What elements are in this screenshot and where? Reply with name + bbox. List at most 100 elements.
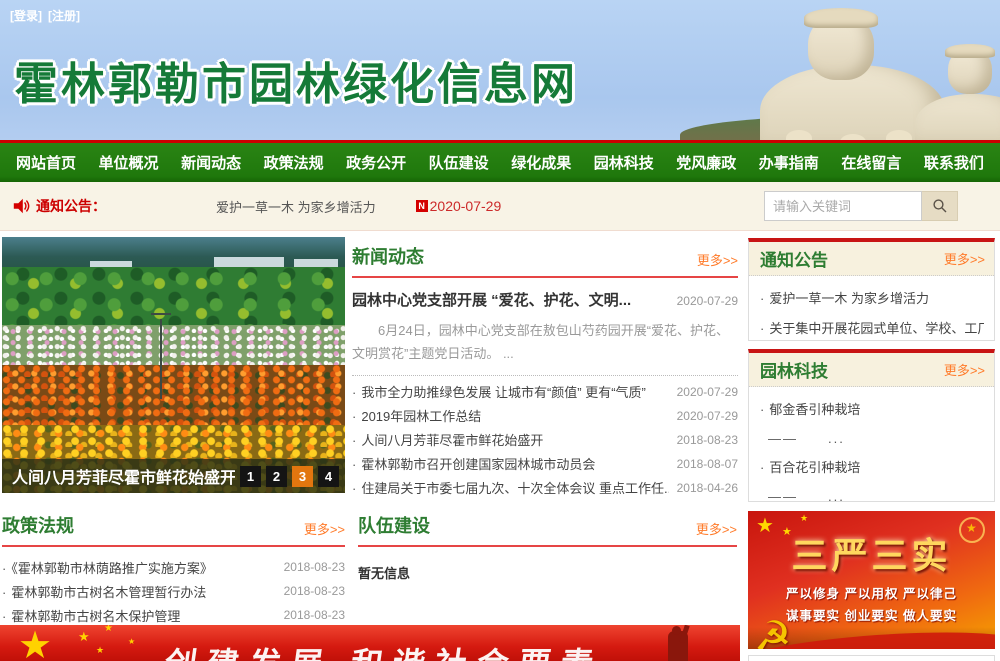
sanyan-title: 三严三实	[748, 527, 995, 579]
login-link[interactable]: [登录]	[10, 9, 42, 23]
sprinkler	[160, 319, 162, 399]
team-more-link[interactable]: 更多>>	[696, 519, 737, 538]
nav-item-guide[interactable]: 办事指南	[755, 152, 823, 173]
garden-tech-box: 园林科技 更多>> 郁金香引种栽培 —— ... 百合花引种栽培 —— ...	[748, 349, 995, 502]
news-section-title: 新闻动态	[352, 243, 424, 269]
garden-tech-item[interactable]: 百合花引种栽培	[760, 453, 984, 483]
garden-tech-item[interactable]: 郁金香引种栽培	[760, 395, 984, 425]
featured-news-title[interactable]: 园林中心党支部开展 “爱花、护花、文明...	[352, 289, 631, 310]
carousel-orange-flowers	[2, 365, 345, 425]
announcement-item[interactable]: 关于集中开展花园式单位、学校、工厂...	[760, 314, 984, 344]
nav-item-contact[interactable]: 联系我们	[920, 152, 988, 173]
team-empty-text: 暂无信息	[358, 563, 737, 582]
notice-date: 2020-07-29	[430, 198, 502, 214]
news-list-item[interactable]: 住建局关于市委七届九次、十次全体会议 重点工作任... 2018-04-26	[352, 476, 738, 500]
magnifier-icon	[932, 198, 948, 214]
nav-item-gov-open[interactable]: 政务公开	[342, 152, 410, 173]
statue-large-hat	[804, 8, 878, 28]
news-item-title[interactable]: 2019年园林工作总结	[352, 406, 481, 425]
pager-button-4[interactable]: 4	[318, 466, 339, 487]
photo-carousel[interactable]: 人间八月芳菲尽霍市鲜花始盛开 1 2 3 4	[2, 237, 345, 493]
policy-list-item[interactable]: 霍林郭勒市古树名木管理暂行办法 2018-08-23	[2, 579, 345, 603]
policy-item-date: 2018-08-23	[284, 584, 345, 598]
announcements-title: 通知公告	[760, 246, 828, 271]
nav-item-party[interactable]: 党风廉政	[672, 152, 740, 173]
nav-item-greening[interactable]: 绿化成果	[507, 152, 575, 173]
page-root: [登录][注册] 霍林郭勒市园林绿化信息网 网站首页 单位概况 新闻动态 政策法…	[0, 0, 1000, 661]
auth-links: [登录] [注册]	[10, 7, 86, 24]
garden-tech-item-sub: —— ...	[760, 483, 984, 512]
announcement-item[interactable]: 爱护一草一木 为家乡增活力	[760, 284, 984, 314]
policy-item-title[interactable]: 霍林郭勒市古树名木保护管理	[2, 606, 180, 625]
carousel-caption-bar: 人间八月芳菲尽霍市鲜花始盛开 1 2 3 4	[2, 459, 345, 493]
statues-photo	[690, 0, 1000, 140]
statue-small-hat	[945, 44, 995, 58]
news-item-date: 2018-04-26	[677, 481, 738, 495]
carousel-pink-flowers	[2, 325, 345, 365]
nav-item-home[interactable]: 网站首页	[12, 152, 80, 173]
garden-tech-more-link[interactable]: 更多>>	[944, 360, 985, 379]
policy-item-title[interactable]: 《霍林郭勒市林荫路推广实施方案》	[2, 558, 213, 577]
pager-button-1[interactable]: 1	[240, 466, 261, 487]
party-emblem-icon: ☭	[754, 612, 792, 649]
nav-item-news[interactable]: 新闻动态	[177, 152, 245, 173]
policy-item-title[interactable]: 霍林郭勒市古树名木管理暂行办法	[2, 582, 206, 601]
notice-label: 通知公告：	[36, 196, 106, 216]
search-button[interactable]	[922, 191, 958, 221]
divider	[352, 276, 738, 278]
mound	[886, 130, 912, 140]
sanyan-sanshi-banner[interactable]: ★ ★ ★ 三严三实 严以修身 严以用权 严以律己 谋事要实 创业要实 做人要实…	[748, 511, 995, 649]
search-box	[764, 191, 958, 221]
news-list-item[interactable]: 2019年园林工作总结 2020-07-29	[352, 404, 738, 428]
banner-calligraphy-partial: 创建发展 和谐社会要素	[162, 639, 606, 661]
news-list: 我市全力助推绿色发展 让城市有“颜值” 更有“气质” 2020-07-29 20…	[352, 380, 738, 500]
news-item-title[interactable]: 我市全力助推绿色发展 让城市有“颜值” 更有“气质”	[352, 382, 646, 401]
speaker-icon	[12, 197, 30, 215]
site-header: [登录][注册] 霍林郭勒市园林绿化信息网	[0, 0, 1000, 140]
policy-item-date: 2018-08-23	[284, 608, 345, 622]
nav-item-team[interactable]: 队伍建设	[425, 152, 493, 173]
nav-item-policy[interactable]: 政策法规	[260, 152, 328, 173]
news-item-title[interactable]: 住建局关于市委七届九次、十次全体会议 重点工作任...	[352, 478, 669, 497]
news-item-title[interactable]: 霍林郭勒市召开创建国家园林城市动员会	[352, 454, 595, 473]
carousel-trees	[2, 267, 345, 325]
star-icon: ★	[104, 625, 113, 634]
worker-statue-silhouette	[668, 631, 688, 661]
news-list-item[interactable]: 人间八月芳菲尽霍市鲜花始盛开 2018-08-23	[352, 428, 738, 452]
pager-button-3-active[interactable]: 3	[292, 466, 313, 487]
garden-tech-title: 园林科技	[760, 357, 828, 382]
news-item-title[interactable]: 人间八月芳菲尽霍市鲜花始盛开	[352, 430, 543, 449]
nav-item-about[interactable]: 单位概况	[95, 152, 163, 173]
star-icon: ★	[800, 513, 808, 524]
nav-item-message[interactable]: 在线留言	[837, 152, 905, 173]
star-icon: ★	[96, 645, 104, 656]
dotted-divider	[352, 375, 738, 376]
policy-list-item[interactable]: 霍林郭勒市古树名木保护管理 2018-08-23	[2, 603, 345, 627]
news-more-link[interactable]: 更多>>	[697, 250, 738, 269]
star-icon: ★	[78, 629, 90, 645]
announcements-more-link[interactable]: 更多>>	[944, 249, 985, 268]
bottom-red-banner[interactable]: ★ ★ ★ ★ ★ 创建发展 和谐社会要素	[0, 625, 740, 661]
carousel-pager: 1 2 3 4	[235, 466, 339, 487]
divider	[2, 545, 345, 547]
news-list-item[interactable]: 霍林郭勒市召开创建国家园林城市动员会 2018-08-07	[352, 452, 738, 476]
bottom-right-empty-box: 暂无信息	[748, 655, 995, 661]
policy-list-item[interactable]: 《霍林郭勒市林荫路推广实施方案》 2018-08-23	[2, 555, 345, 579]
search-input[interactable]	[764, 191, 922, 221]
carousel-caption[interactable]: 人间八月芳菲尽霍市鲜花始盛开	[12, 464, 235, 488]
news-item-date: 2018-08-07	[677, 457, 738, 471]
mound	[786, 130, 812, 140]
register-link[interactable]: [注册]	[48, 9, 80, 23]
news-item-date: 2020-07-29	[677, 385, 738, 399]
star-icon: ★	[128, 637, 135, 646]
pager-button-2[interactable]: 2	[266, 466, 287, 487]
policy-section: 政策法规 更多>> 《霍林郭勒市林荫路推广实施方案》 2018-08-23 霍林…	[2, 512, 345, 627]
policy-item-date: 2018-08-23	[284, 560, 345, 574]
star-icon: ★	[18, 625, 52, 661]
notice-ticker-link[interactable]: 爱护一草一木 为家乡增活力	[216, 197, 376, 216]
featured-news-summary[interactable]: 6月24日，园林中心党支部在敖包山芍药园开展“爱花、护花、文明赏花”主题党日活动…	[352, 320, 738, 366]
policy-more-link[interactable]: 更多>>	[304, 519, 345, 538]
sanyan-line1: 严以修身 严以用权 严以律己	[748, 583, 995, 602]
news-list-item[interactable]: 我市全力助推绿色发展 让城市有“颜值” 更有“气质” 2020-07-29	[352, 380, 738, 404]
nav-item-tech[interactable]: 园林科技	[590, 152, 658, 173]
